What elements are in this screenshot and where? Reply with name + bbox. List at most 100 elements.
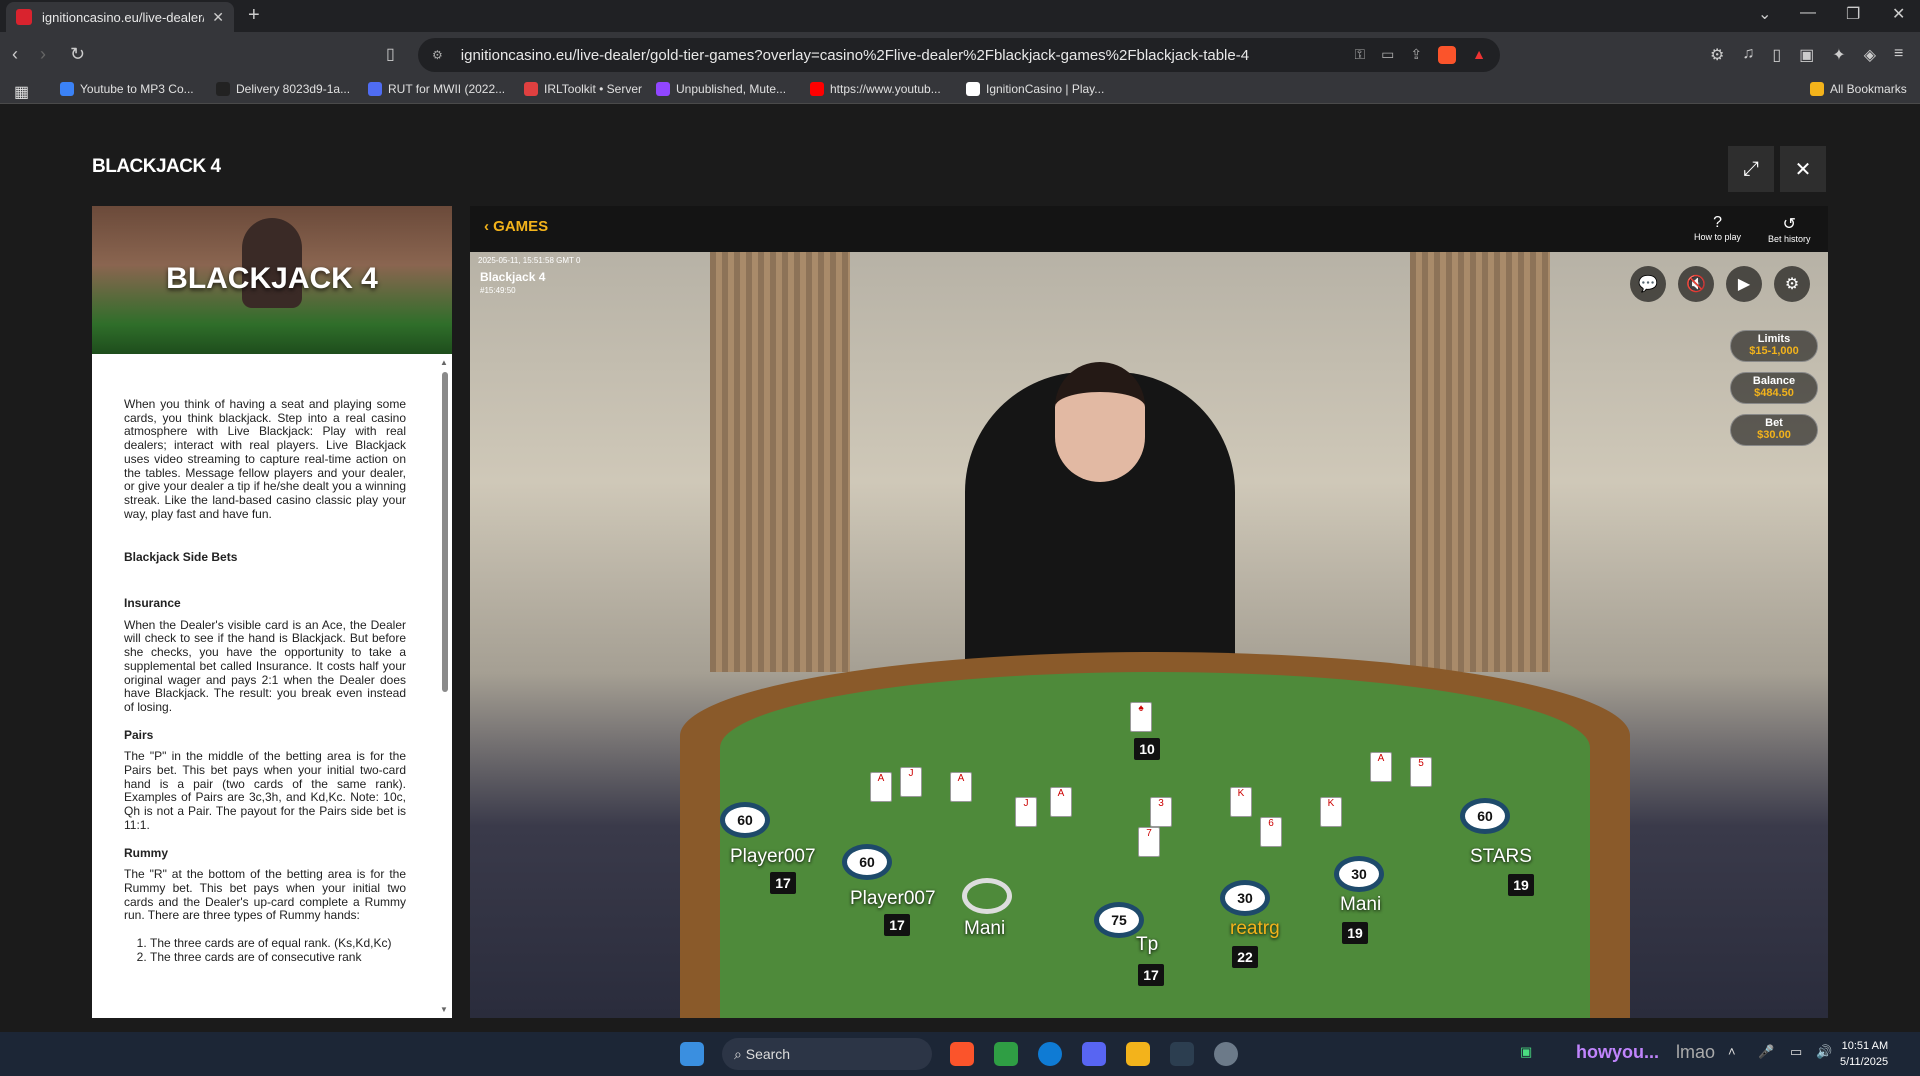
bookmark-item[interactable]: https://www.youtub...: [810, 82, 941, 96]
windows-start-icon[interactable]: [680, 1042, 704, 1066]
page-content: BLACKJACK 4 ⤢ ✕ BLACKJACK 4 When you thi…: [0, 104, 1920, 1032]
live-video[interactable]: 2025-05-11, 15:51:58 GMT 0 Blackjack 4 #…: [470, 252, 1828, 1018]
wallet-icon[interactable]: ▣: [1799, 45, 1814, 65]
tray-widget-text-2[interactable]: lmao: [1676, 1042, 1715, 1063]
dealer-head: [1055, 362, 1145, 482]
player-score: 17: [770, 872, 796, 894]
bookmark-favicon-icon: [966, 82, 980, 96]
address-bar[interactable]: ⚙ ignitioncasino.eu/live-dealer/gold-tie…: [418, 38, 1500, 72]
help-icon: ?: [1713, 214, 1722, 231]
game-frame: ‹ GAMES ? How to play ↺ Bet history 2025-0…: [470, 206, 1828, 1018]
tab-bar: ignitioncasino.eu/live-dealer/g ✕ + ⌄ — …: [0, 0, 1920, 32]
bookmark-item[interactable]: Youtube to MP3 Co...: [60, 82, 194, 96]
player-card: 3: [1150, 797, 1172, 827]
balance-pill: Balance $484.50: [1730, 372, 1818, 404]
description-pane[interactable]: When you think of having a seat and play…: [92, 354, 452, 1018]
taskbar-search[interactable]: ⌕ Search: [722, 1038, 932, 1070]
player-card: 7: [1138, 827, 1160, 857]
player-score: 19: [1342, 922, 1368, 944]
mic-icon[interactable]: 🎤: [1758, 1044, 1774, 1060]
network-icon[interactable]: ▭: [1790, 1044, 1802, 1060]
extensions-icon[interactable]: ⚙: [1710, 45, 1724, 65]
bookmark-favicon-icon: [524, 82, 538, 96]
back-icon[interactable]: ‹: [12, 44, 18, 65]
restore-icon[interactable]: ❐: [1846, 4, 1860, 24]
scroll-up-icon[interactable]: ▲: [440, 358, 448, 367]
scrollbar[interactable]: ▲ ▼: [440, 358, 450, 1014]
volume-icon[interactable]: 🔊: [1816, 1044, 1832, 1060]
brave-icon[interactable]: [950, 1042, 974, 1066]
dealer-score: 10: [1134, 738, 1160, 760]
how-to-play-button[interactable]: ? How to play: [1694, 214, 1741, 242]
chat-icon[interactable]: 💬: [1630, 266, 1666, 302]
tray-app-icon[interactable]: ▣: [1520, 1044, 1532, 1060]
discord-icon[interactable]: [1082, 1042, 1106, 1066]
leo-icon[interactable]: ✦: [1832, 45, 1845, 65]
bet-chip[interactable]: 75: [1094, 902, 1144, 938]
game-info-panel: BLACKJACK 4 When you think of having a s…: [92, 206, 452, 1018]
minimize-icon[interactable]: —: [1800, 4, 1816, 22]
sidebar-icon[interactable]: ▯: [1772, 45, 1781, 65]
bet-chip[interactable]: 60: [720, 802, 770, 838]
video-icon[interactable]: ▶: [1726, 266, 1762, 302]
new-tab-icon[interactable]: +: [248, 4, 260, 27]
close-tab-icon[interactable]: ✕: [212, 9, 224, 26]
share-icon[interactable]: ⇪: [1410, 46, 1422, 64]
site-info-icon[interactable]: ⚙: [432, 48, 443, 62]
apps-icon[interactable]: ▦: [14, 82, 29, 102]
tab-title: ignitioncasino.eu/live-dealer/g: [42, 9, 205, 25]
close-game-icon[interactable]: ✕: [1780, 146, 1826, 192]
forward-icon[interactable]: ›: [40, 44, 46, 65]
cast-icon[interactable]: ▭: [1381, 46, 1394, 64]
bookmark-icon[interactable]: ▯: [386, 44, 395, 64]
mute-icon[interactable]: 🔇: [1678, 266, 1714, 302]
bookmark-item[interactable]: IgnitionCasino | Play...: [966, 82, 1104, 96]
empty-bet-spot[interactable]: [962, 878, 1012, 914]
bet-chip[interactable]: 30: [1220, 880, 1270, 916]
wall-panel: [710, 252, 850, 672]
bet-chip[interactable]: 60: [1460, 798, 1510, 834]
page-title: BLACKJACK 4: [92, 156, 221, 177]
clock[interactable]: 10:51 AM 5/11/2025: [1840, 1038, 1888, 1070]
bookmark-item[interactable]: Delivery 8023d9-1a...: [216, 82, 350, 96]
close-window-icon[interactable]: ✕: [1892, 4, 1905, 24]
player-card: A: [1050, 787, 1072, 817]
fullscreen-icon[interactable]: ⤢: [1728, 146, 1774, 192]
description-text: When you think of having a seat and play…: [124, 397, 406, 521]
app-icon[interactable]: [994, 1042, 1018, 1066]
settings-icon[interactable]: ⚙: [1774, 266, 1810, 302]
scroll-down-icon[interactable]: ▼: [440, 1005, 448, 1014]
tab-search-icon[interactable]: ⌄: [1758, 4, 1771, 24]
scrollbar-thumb[interactable]: [442, 372, 448, 692]
terminal-icon[interactable]: [1170, 1042, 1194, 1066]
bet-chip[interactable]: 30: [1334, 856, 1384, 892]
browser-tab[interactable]: ignitioncasino.eu/live-dealer/g ✕: [6, 2, 234, 32]
edge-icon[interactable]: [1038, 1042, 1062, 1066]
bookmark-favicon-icon: [368, 82, 382, 96]
bet-history-button[interactable]: ↺ Bet history: [1768, 214, 1811, 244]
tray-widget-text[interactable]: howyou...: [1576, 1042, 1659, 1063]
bet-chip[interactable]: 60: [842, 844, 892, 880]
media-icon[interactable]: ♫: [1742, 45, 1754, 65]
rewards-icon[interactable]: ▲: [1472, 46, 1486, 64]
bookmark-favicon-icon: [216, 82, 230, 96]
vpn-icon[interactable]: ◈: [1864, 45, 1876, 65]
player-card: 5: [1410, 757, 1432, 787]
settings-app-icon[interactable]: [1214, 1042, 1238, 1066]
player-name: Mani: [964, 918, 1006, 939]
bookmark-item[interactable]: IRLToolkit • Server: [524, 82, 642, 96]
brave-shield-icon[interactable]: [1438, 46, 1457, 64]
tray-expand-icon[interactable]: ˄: [1728, 1044, 1736, 1059]
round-id: #15:49:50: [480, 286, 516, 295]
bookmark-item[interactable]: RUT for MWII (2022...: [368, 82, 505, 96]
date: 5/11/2025: [1840, 1056, 1889, 1068]
all-bookmarks[interactable]: All Bookmarks: [1810, 82, 1907, 96]
key-icon[interactable]: ⚿: [1355, 46, 1366, 64]
menu-icon[interactable]: ≡: [1894, 45, 1903, 65]
site-favicon-icon: [16, 9, 32, 25]
history-icon: ↺: [1782, 216, 1796, 233]
games-back-button[interactable]: ‹ GAMES: [484, 218, 548, 235]
file-explorer-icon[interactable]: [1126, 1042, 1150, 1066]
reload-icon[interactable]: ↻: [70, 44, 85, 65]
bookmark-item[interactable]: Unpublished, Mute...: [656, 82, 786, 96]
